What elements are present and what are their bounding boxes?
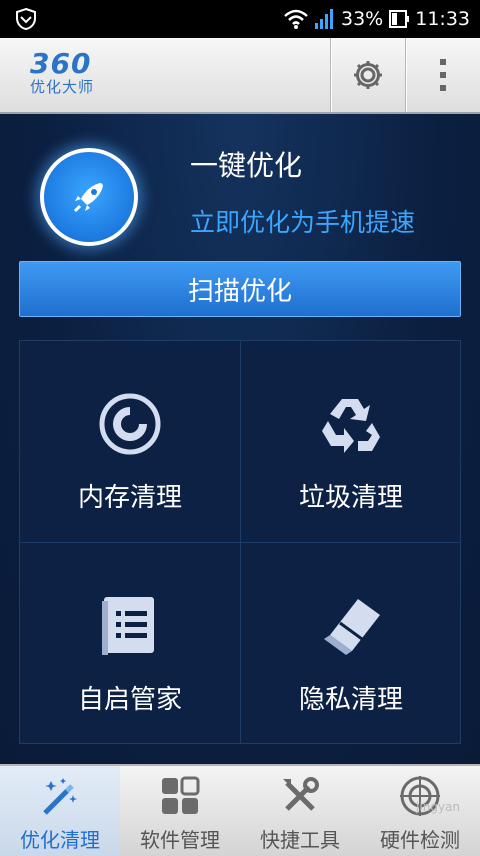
tools-grid: 内存清理 垃圾清理 自启管家 隐私清理 xyxy=(19,340,461,744)
hero-subtitle: 立即优化为手机提速 xyxy=(190,208,416,237)
tab-label: 软件管理 xyxy=(140,828,220,852)
app-bar: 360 优化大师 xyxy=(0,38,480,114)
tool-startup-manager[interactable]: 自启管家 xyxy=(20,543,240,744)
tab-optimize-clean[interactable]: 优化清理 xyxy=(0,766,120,856)
magic-wand-icon xyxy=(43,778,77,815)
tool-label: 隐私清理 xyxy=(298,685,403,715)
overflow-menu-icon xyxy=(440,59,446,91)
recycle-icon xyxy=(322,399,380,453)
tools-icon xyxy=(283,777,319,811)
tool-label: 自启管家 xyxy=(77,685,182,715)
logo-text: 优化大师 xyxy=(30,78,95,96)
tab-label: 快捷工具 xyxy=(260,828,340,852)
clock: 11:33 xyxy=(415,8,470,30)
grid-icon xyxy=(162,776,200,814)
tool-label: 内存清理 xyxy=(77,483,182,513)
overflow-menu-button[interactable] xyxy=(406,38,480,112)
main-panel: 一键优化 立即优化为手机提速 扫描优化 内存清理 垃圾清理 自启管家 隐私清理 xyxy=(0,114,480,764)
status-bar: 33% 11:33 xyxy=(0,0,480,38)
battery-percent: 33% xyxy=(341,8,384,30)
eraser-icon xyxy=(324,599,380,655)
logo-number: 360 xyxy=(30,47,92,80)
list-icon xyxy=(102,597,154,655)
app-logo: 360 优化大师 xyxy=(30,47,95,97)
tool-label: 垃圾清理 xyxy=(298,483,403,513)
tool-memory-clean[interactable]: 内存清理 xyxy=(20,341,240,542)
settings-button[interactable] xyxy=(331,38,405,112)
rocket-icon xyxy=(73,183,103,213)
gear-icon xyxy=(354,61,382,89)
wifi-icon xyxy=(284,9,308,29)
tab-label: 优化清理 xyxy=(20,828,100,852)
tab-quick-tools[interactable]: 快捷工具 xyxy=(240,766,360,856)
shield-icon xyxy=(16,7,36,31)
hero-title: 一键优化 xyxy=(190,149,303,182)
memory-icon xyxy=(99,393,161,455)
tool-junk-clean[interactable]: 垃圾清理 xyxy=(241,341,461,542)
tab-label: 硬件检测 xyxy=(380,828,460,852)
one-key-optimize-button[interactable] xyxy=(40,148,138,246)
signal-icon xyxy=(315,9,333,29)
tool-privacy-clean[interactable]: 隐私清理 xyxy=(241,543,461,744)
watermark: jingyan xyxy=(416,800,460,814)
battery-icon xyxy=(389,10,410,28)
tab-software-manager[interactable]: 软件管理 xyxy=(120,766,240,856)
bottom-tab-bar: 优化清理 软件管理 快捷工具 硬件检测 jingyan xyxy=(0,764,480,856)
scan-optimize-button[interactable]: 扫描优化 xyxy=(19,261,461,317)
